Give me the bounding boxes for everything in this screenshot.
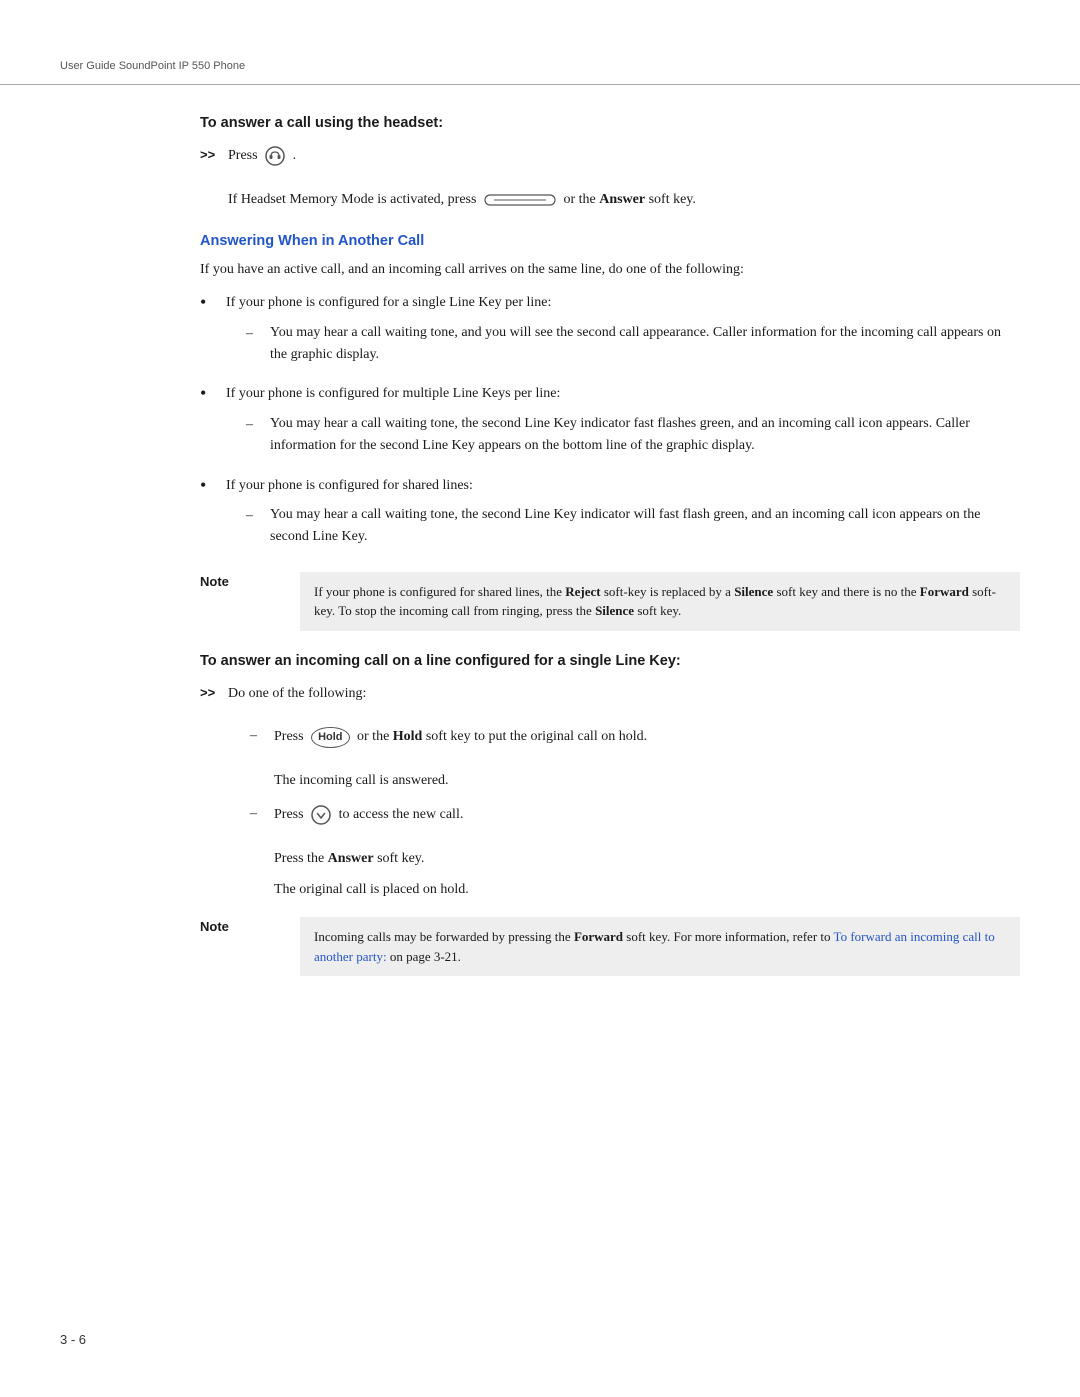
dash-text-hold: Press Hold or the Hold soft key to put t… [274,726,1020,748]
original-hold-text: The original call is placed on hold. [274,879,1020,901]
section-answer-headset: To answer a call using the headset: >> P… [200,115,1020,211]
section-heading-headset: To answer a call using the headset: [200,115,1020,131]
headset-memory-text: If Headset Memory Mode is activated, pre… [228,189,1020,211]
main-content: To answer a call using the headset: >> P… [0,115,1080,976]
softkey-icon [484,190,556,210]
list-item: • If your phone is configured for shared… [200,475,1020,556]
note-label-2: Note [200,917,300,934]
note-content-2: Incoming calls may be forwarded by press… [300,917,1020,976]
list-item: • If your phone is configured for multip… [200,383,1020,464]
dash-text: You may hear a call waiting tone, and yo… [270,322,1020,365]
section-heading-single-key: To answer an incoming call on a line con… [200,653,1020,669]
headset-icon [264,145,286,167]
dash-list: – You may hear a call waiting tone, the … [246,413,1020,456]
page-header: User Guide SoundPoint IP 550 Phone [0,60,1080,85]
arrow-symbol-2: >> [200,685,220,700]
arrow-bullet-press-headset: >> Press . [200,145,1020,179]
dash-item-hold: – Press Hold or the Hold soft key to put… [250,726,1020,760]
press-headset-text: Press . [228,145,1020,167]
dash-text: You may hear a call waiting tone, the se… [270,504,1020,547]
header-title: User Guide SoundPoint IP 550 Phone [60,60,245,72]
dash-symbol: – [246,505,260,527]
dash-item-nav-down: – Press to access the new call. [250,804,1020,838]
bullet-text-multi-line-key: If your phone is configured for multiple… [226,383,1020,464]
bullet-dot: • [200,381,216,406]
another-call-bullets: • If your phone is configured for a sing… [200,292,1020,555]
note-content-1: If your phone is configured for shared l… [300,572,1020,631]
incoming-answered-text: The incoming call is answered. [274,770,1020,792]
dash-items-single-key: – Press Hold or the Hold soft key to put… [250,726,1020,901]
hold-icon: Hold [311,727,349,748]
arrow-bullet-do-one: >> Do one of the following: [200,683,1020,717]
arrow-symbol: >> [200,147,220,162]
section-heading-another-call: Answering When in Another Call [200,233,1020,249]
forward-call-link[interactable]: To forward an incoming call to another p… [314,929,995,964]
note-row-1: Note If your phone is configured for sha… [200,572,1020,631]
do-one-text: Do one of the following: [228,683,1020,705]
dash-item: – You may hear a call waiting tone, the … [246,504,1020,547]
dash-list: – You may hear a call waiting tone, the … [246,504,1020,547]
bullet-dot: • [200,290,216,315]
dash-list: – You may hear a call waiting tone, and … [246,322,1020,365]
dash-item: – You may hear a call waiting tone, the … [246,413,1020,456]
page-number: 3 - 6 [60,1332,86,1347]
dash-text: You may hear a call waiting tone, the se… [270,413,1020,456]
dash-symbol: – [246,323,260,345]
bullet-dot: • [200,473,216,498]
dash-symbol: – [246,414,260,436]
press-answer-text: Press the Answer soft key. [274,848,1020,870]
bullet-text-shared-lines: If your phone is configured for shared l… [226,475,1020,556]
page: User Guide SoundPoint IP 550 Phone To an… [0,0,1080,1397]
page-footer: 3 - 6 [60,1332,86,1347]
bullet-text-single-line-key: If your phone is configured for a single… [226,292,1020,373]
nav-down-icon [310,804,332,826]
dash-text-nav-down: Press to access the new call. [274,804,1020,826]
note-label-1: Note [200,572,300,589]
dash-sym-1: – [250,728,264,744]
dash-item: – You may hear a call waiting tone, and … [246,322,1020,365]
section-answer-single-key: To answer an incoming call on a line con… [200,653,1020,976]
section-answering-another: Answering When in Another Call If you ha… [200,233,1020,631]
dash-sym-2: – [250,806,264,822]
list-item: • If your phone is configured for a sing… [200,292,1020,373]
note-row-2: Note Incoming calls may be forwarded by … [200,917,1020,976]
another-call-intro: If you have an active call, and an incom… [200,259,1020,281]
